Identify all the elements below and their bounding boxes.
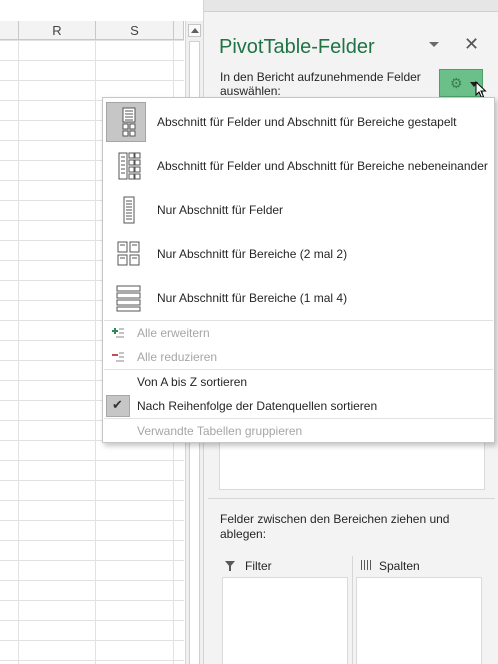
area-divider bbox=[352, 556, 353, 664]
expand-all-icon bbox=[111, 326, 125, 340]
tools-dropdown-menu: Abschnitt für Felder und Abschnitt für B… bbox=[102, 97, 495, 443]
menu-item-group-related-tables[interactable]: Verwandte Tabellen gruppieren bbox=[104, 419, 493, 443]
drag-fields-hint: Felder zwischen den Bereichen ziehen und… bbox=[220, 512, 450, 541]
menu-item-label: Von A bis Z sortieren bbox=[137, 375, 248, 389]
menu-item-label: Abschnitt für Felder und Abschnitt für B… bbox=[157, 159, 488, 173]
layout-areas-1x4-icon bbox=[114, 283, 144, 313]
menu-item-label: Alle erweitern bbox=[137, 326, 210, 340]
task-pane-options-icon[interactable] bbox=[429, 42, 439, 47]
layout-areas-2x2-icon bbox=[114, 239, 144, 269]
formula-bar-edge bbox=[0, 0, 203, 20]
column-header-q[interactable] bbox=[0, 21, 19, 40]
menu-item-sort-a-z[interactable]: Von A bis Z sortieren bbox=[104, 370, 493, 394]
close-icon[interactable]: ✕ bbox=[464, 34, 479, 54]
pane-title: PivotTable-Felder bbox=[219, 36, 375, 58]
excel-window: R S PivotTable-Felder ✕ In den Bericht a… bbox=[0, 0, 498, 664]
columns-drop-area[interactable] bbox=[356, 577, 482, 664]
choose-fields-label: In den Bericht aufzunehmende Felder ausw… bbox=[220, 70, 421, 98]
menu-item-sort-source-order[interactable]: ✔ Nach Reihenfolge der Datenquellen sort… bbox=[104, 394, 493, 418]
menu-item-label: Nur Abschnitt für Bereiche (1 mal 4) bbox=[157, 291, 348, 305]
menu-item-layout-areas-1x4[interactable]: Nur Abschnitt für Bereiche (1 mal 4) bbox=[104, 276, 493, 320]
menu-item-expand-all[interactable]: Alle erweitern bbox=[104, 321, 493, 345]
layout-stacked-icon bbox=[114, 107, 144, 137]
columns-area-label: Spalten bbox=[379, 559, 420, 573]
collapse-all-icon bbox=[111, 350, 125, 364]
scroll-up-button[interactable] bbox=[188, 24, 201, 37]
filter-area-label: Filter bbox=[245, 559, 272, 573]
menu-item-layout-side-by-side[interactable]: Abschnitt für Felder und Abschnitt für B… bbox=[104, 144, 493, 188]
menu-item-label: Verwandte Tabellen gruppieren bbox=[137, 424, 303, 438]
layout-side-by-side-icon bbox=[114, 151, 144, 181]
filter-icon bbox=[225, 561, 235, 571]
menu-item-layout-areas-2x2[interactable]: Nur Abschnitt für Bereiche (2 mal 2) bbox=[104, 232, 493, 276]
menu-item-layout-fields-only[interactable]: Nur Abschnitt für Felder bbox=[104, 188, 493, 232]
filter-drop-area[interactable] bbox=[222, 577, 348, 664]
menu-item-collapse-all[interactable]: Alle reduzieren bbox=[104, 345, 493, 369]
menu-item-label: Nach Reihenfolge der Datenquellen sortie… bbox=[137, 399, 378, 413]
layout-fields-only-icon bbox=[114, 195, 144, 225]
menu-item-label: Alle reduzieren bbox=[137, 350, 218, 364]
column-header-s[interactable]: S bbox=[96, 21, 174, 40]
menu-item-label: Abschnitt für Felder und Abschnitt für B… bbox=[157, 115, 457, 129]
menu-item-label: Nur Abschnitt für Felder bbox=[157, 203, 284, 217]
column-header-r[interactable]: R bbox=[19, 21, 96, 40]
menu-item-layout-stacked[interactable]: Abschnitt für Felder und Abschnitt für B… bbox=[104, 100, 493, 144]
gear-icon: ⚙ bbox=[450, 75, 463, 91]
checkmark-icon: ✔ bbox=[112, 397, 123, 412]
column-header-next[interactable] bbox=[174, 21, 184, 40]
section-divider bbox=[208, 498, 495, 499]
columns-icon bbox=[361, 560, 371, 570]
menu-item-label: Nur Abschnitt für Bereiche (2 mal 2) bbox=[157, 247, 348, 261]
pane-top-edge bbox=[204, 0, 498, 12]
